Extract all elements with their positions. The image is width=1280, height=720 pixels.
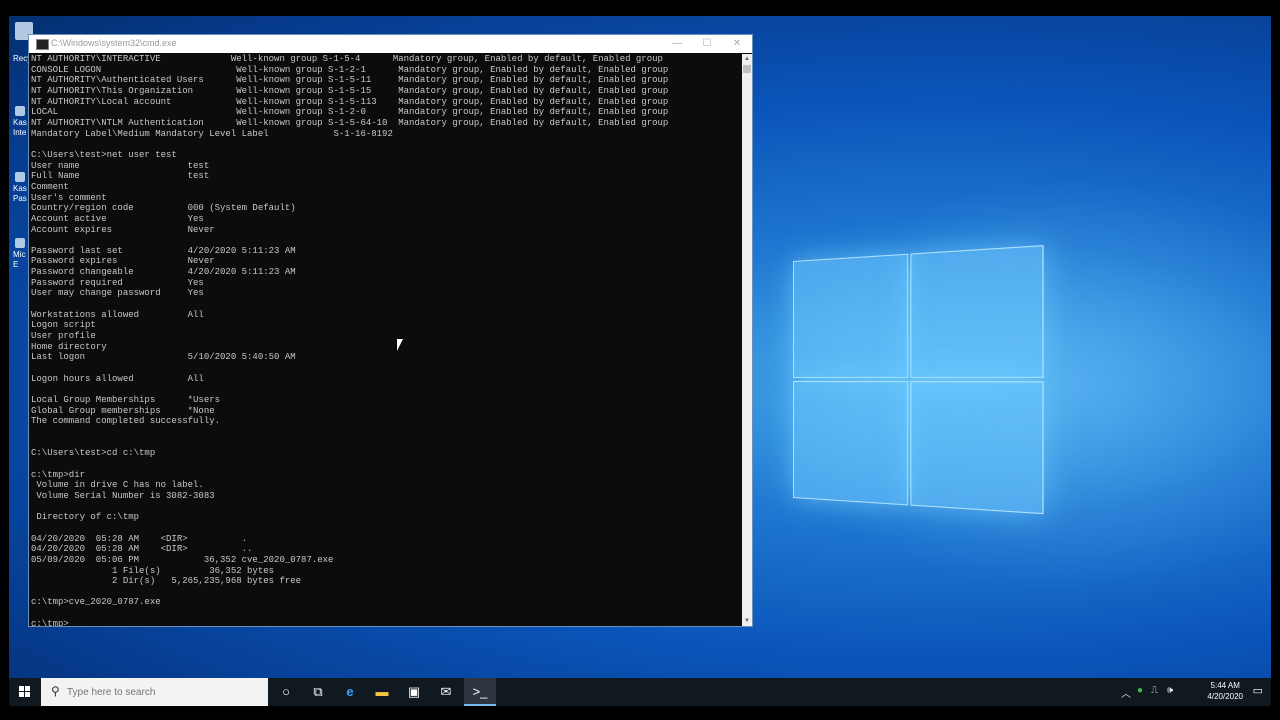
- tray-clock[interactable]: 5:44 AM 4/20/2020: [1207, 680, 1243, 702]
- cortana-icon[interactable]: ○: [270, 678, 302, 706]
- task-view-icon[interactable]: ⧉: [302, 678, 334, 706]
- desktop-icon-label: Mic: [13, 250, 25, 259]
- logo-pane-bl: [793, 381, 908, 505]
- taskbar: ⚲ ○⧉e▬▣✉>_ ︿ ● ⎍ 🕪 5:44 AM 4/20/2020 ▭: [9, 678, 1271, 706]
- desktop-icon-label: E: [13, 260, 18, 269]
- logo-pane-br: [910, 381, 1043, 514]
- logo-pane-tl: [793, 254, 908, 378]
- start-button[interactable]: [9, 678, 41, 706]
- store-icon[interactable]: ▣: [398, 678, 430, 706]
- search-input[interactable]: [67, 685, 257, 699]
- cmd-icon[interactable]: >_: [464, 678, 496, 706]
- windows-logo-wallpaper: [793, 245, 1041, 512]
- mouse-cursor-icon: [397, 339, 407, 351]
- logo-pane-tr: [910, 245, 1043, 378]
- windows-logo-icon: [19, 686, 24, 691]
- network-icon[interactable]: ⎍: [1151, 685, 1158, 696]
- desktop-icon-label: Kas: [13, 184, 27, 193]
- scroll-thumb[interactable]: [743, 65, 751, 73]
- security-shield-icon[interactable]: ●: [1137, 685, 1143, 696]
- desktop-icon-label: Kas: [13, 118, 27, 127]
- notifications-icon[interactable]: ▭: [1253, 684, 1263, 697]
- edge-icon[interactable]: e: [334, 678, 366, 706]
- console-output[interactable]: NT AUTHORITY\INTERACTIVE Well-known grou…: [31, 54, 741, 626]
- cmd-titlebar[interactable]: C:\Windows\system32\cmd.exe — ☐ ✕: [29, 35, 752, 53]
- desktop-icon-label: Inte: [13, 128, 26, 137]
- kaspersky-icon[interactable]: [15, 106, 25, 116]
- clock-time: 5:44 AM: [1207, 680, 1243, 691]
- console-text: NT AUTHORITY\INTERACTIVE Well-known grou…: [31, 54, 741, 626]
- windows-logo-icon-part: [19, 692, 24, 697]
- chevron-up-icon[interactable]: ︿: [1121, 685, 1131, 700]
- minimize-button[interactable]: —: [662, 35, 692, 53]
- vertical-scrollbar[interactable]: ▲ ▼: [742, 54, 752, 626]
- file-explorer-icon[interactable]: ▬: [366, 678, 398, 706]
- cmd-window-title: C:\Windows\system32\cmd.exe: [51, 38, 177, 48]
- windows-logo-icon-part: [25, 692, 30, 697]
- desktop-icon-label: Pas: [13, 194, 27, 203]
- scroll-down-arrow[interactable]: ▼: [742, 616, 752, 626]
- clock-date: 4/20/2020: [1207, 691, 1243, 702]
- mail-icon[interactable]: ✉: [430, 678, 462, 706]
- close-button[interactable]: ✕: [722, 35, 752, 53]
- scroll-up-arrow[interactable]: ▲: [742, 54, 752, 64]
- taskbar-search-box[interactable]: ⚲: [41, 678, 268, 706]
- edge-desktop-icon[interactable]: [15, 238, 25, 248]
- search-icon: ⚲: [51, 684, 60, 698]
- kaspersky-password-icon[interactable]: [15, 172, 25, 182]
- cmd-window[interactable]: C:\Windows\system32\cmd.exe — ☐ ✕ NT AUT…: [28, 34, 753, 627]
- cmd-app-icon: [36, 39, 49, 50]
- windows-logo-icon-part: [25, 686, 30, 691]
- maximize-button[interactable]: ☐: [692, 35, 722, 53]
- system-tray: ︿ ● ⎍ 🕪 5:44 AM 4/20/2020 ▭: [1121, 678, 1271, 706]
- volume-icon[interactable]: 🕪: [1167, 685, 1173, 696]
